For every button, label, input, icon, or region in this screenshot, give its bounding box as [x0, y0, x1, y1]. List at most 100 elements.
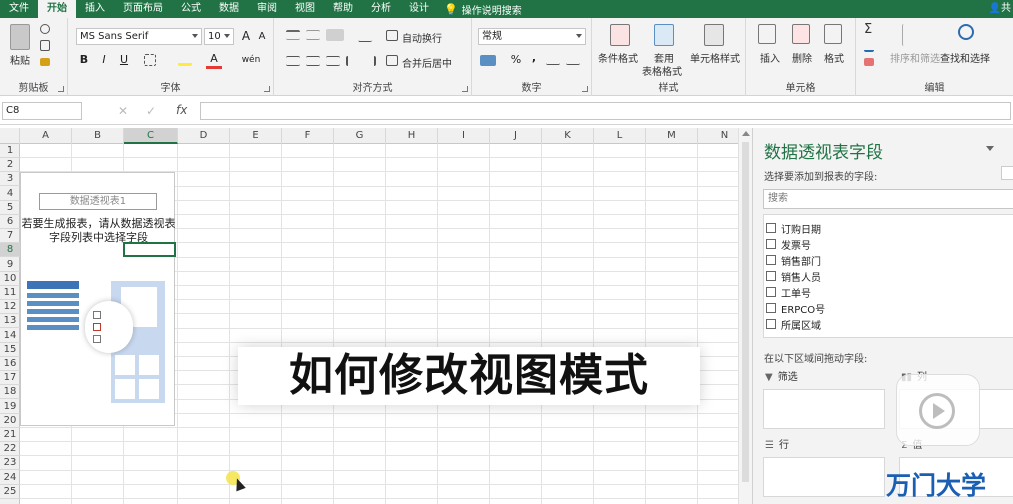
checkbox[interactable] — [766, 223, 776, 233]
clear-icon[interactable] — [864, 58, 874, 66]
bold-button[interactable]: B — [76, 52, 92, 68]
magnifier-icon[interactable] — [958, 24, 974, 40]
checkbox[interactable] — [766, 239, 776, 249]
worksheet-grid[interactable]: ABCDEFGHIJKLMN 1 2 3 4 5 6 7 8 9 10 11 12 13 14 15 16 17… — [0, 128, 738, 504]
select-all-corner[interactable] — [0, 128, 20, 144]
pivot-table-placeholder[interactable]: 数据透视表1 若要生成报表，请从数据透视表 字段列表中选择字段 — [20, 172, 176, 426]
field-item[interactable]: ERPCO号 — [766, 300, 825, 316]
column-header-m[interactable]: M — [646, 128, 698, 144]
format-painter-icon[interactable] — [40, 58, 50, 66]
merge-center-icon[interactable] — [386, 55, 398, 66]
tab-analyze[interactable]: 分析 — [362, 0, 400, 18]
grow-font-button[interactable]: A — [238, 28, 254, 44]
tab-file[interactable]: 文件 — [0, 0, 38, 18]
filter-drop-zone[interactable] — [763, 389, 885, 429]
sort-filter-label[interactable]: 排序和筛选 — [890, 50, 940, 65]
number-launcher-icon[interactable] — [582, 86, 588, 92]
paste-icon[interactable] — [10, 24, 30, 50]
row-header-13[interactable]: 13 — [0, 314, 20, 329]
column-header-b[interactable]: B — [72, 128, 124, 144]
row-header-15[interactable]: 15 — [0, 343, 20, 357]
name-box[interactable]: C8 — [2, 102, 82, 120]
active-cell-c8[interactable] — [123, 242, 176, 257]
indent-increase-icon[interactable] — [364, 56, 376, 66]
cell-styles-label[interactable]: 单元格样式 — [690, 50, 740, 65]
gear-icon[interactable] — [1001, 166, 1013, 180]
font-name-select[interactable]: MS Sans Serif — [76, 28, 202, 45]
autosum-icon[interactable]: Σ — [864, 22, 872, 37]
tab-design[interactable]: 设计 — [400, 0, 438, 18]
delete-cells-icon[interactable] — [792, 24, 810, 44]
wrap-text-icon[interactable] — [386, 30, 398, 41]
scroll-up-icon[interactable] — [742, 131, 750, 136]
row-header-25[interactable]: 25 — [0, 485, 20, 499]
font-color-button[interactable]: A — [206, 51, 222, 69]
tab-home[interactable]: 开始 — [38, 0, 76, 18]
checkbox[interactable] — [766, 271, 776, 281]
format-cells-icon[interactable] — [824, 24, 842, 44]
tab-formulas[interactable]: 公式 — [172, 0, 210, 18]
checkbox[interactable] — [766, 287, 776, 297]
row-header-4[interactable]: 4 — [0, 187, 20, 201]
shrink-font-button[interactable]: A — [254, 29, 270, 45]
column-header-c[interactable]: C — [124, 128, 178, 144]
row-header-18[interactable]: 18 — [0, 385, 20, 400]
row-header-12[interactable]: 12 — [0, 300, 20, 315]
pane-options-chevron-icon[interactable] — [986, 146, 994, 151]
formula-input[interactable] — [200, 102, 1011, 120]
format-as-table-label-2[interactable]: 表格格式 — [642, 63, 682, 78]
row-header-22[interactable]: 22 — [0, 442, 20, 457]
column-header-h[interactable]: H — [386, 128, 438, 144]
row-header-16[interactable]: 16 — [0, 357, 20, 371]
find-select-label[interactable]: 查找和选择 — [940, 50, 990, 65]
tab-review[interactable]: 审阅 — [248, 0, 286, 18]
format-as-table-icon[interactable] — [654, 24, 674, 46]
tell-me-search[interactable]: 💡 操作说明搜索 — [438, 2, 522, 17]
row-header-21[interactable]: 21 — [0, 428, 20, 442]
row-header-9[interactable]: 9 — [0, 258, 20, 272]
percent-button[interactable]: % — [508, 52, 524, 68]
checkbox[interactable] — [766, 319, 776, 329]
insert-function-icon[interactable]: fx — [176, 103, 187, 117]
indent-decrease-icon[interactable] — [346, 56, 358, 66]
font-launcher-icon[interactable] — [264, 86, 270, 92]
copy-icon[interactable] — [40, 40, 50, 51]
column-header-f[interactable]: F — [282, 128, 334, 144]
column-header-i[interactable]: I — [438, 128, 490, 144]
field-item[interactable]: 所属区域 — [766, 316, 821, 332]
align-bottom-icon[interactable] — [326, 29, 344, 41]
column-header-g[interactable]: G — [334, 128, 386, 144]
align-middle-icon[interactable] — [306, 30, 320, 40]
align-left-icon[interactable] — [286, 56, 300, 66]
field-item[interactable]: 工单号 — [766, 284, 811, 300]
align-right-icon[interactable] — [326, 56, 340, 66]
column-header-j[interactable]: J — [490, 128, 542, 144]
font-size-select[interactable]: 10 — [204, 28, 234, 45]
phonetic-button[interactable]: wén — [240, 52, 262, 68]
align-top-icon[interactable] — [286, 30, 300, 40]
tab-data[interactable]: 数据 — [210, 0, 248, 18]
cut-icon[interactable] — [40, 24, 50, 34]
column-header-l[interactable]: L — [594, 128, 646, 144]
sort-filter-icon[interactable] — [902, 24, 918, 46]
row-header-1[interactable]: 1 — [0, 144, 20, 158]
comma-button[interactable]: , — [526, 50, 542, 66]
field-item[interactable]: 发票号 — [766, 236, 811, 252]
row-header-6[interactable]: 6 — [0, 215, 20, 229]
row-header-17[interactable]: 17 — [0, 371, 20, 386]
decrease-decimal-icon[interactable] — [566, 56, 580, 65]
fill-icon[interactable] — [864, 42, 874, 52]
row-header-23[interactable]: 23 — [0, 456, 20, 471]
tab-help[interactable]: 帮助 — [324, 0, 362, 18]
field-item[interactable]: 销售部门 — [766, 252, 821, 268]
conditional-formatting-label[interactable]: 条件格式 — [598, 50, 638, 65]
enter-icon[interactable]: ✓ — [146, 104, 156, 118]
format-cells-label[interactable]: 格式 — [824, 50, 844, 65]
merge-center-label[interactable]: 合并后居中 — [402, 55, 452, 70]
vertical-scrollbar[interactable] — [738, 128, 752, 504]
row-header-10[interactable]: 10 — [0, 272, 20, 286]
row-header-24[interactable]: 24 — [0, 471, 20, 485]
column-header-k[interactable]: K — [542, 128, 594, 144]
align-center-icon[interactable] — [306, 56, 320, 66]
underline-button[interactable]: U — [116, 52, 132, 68]
